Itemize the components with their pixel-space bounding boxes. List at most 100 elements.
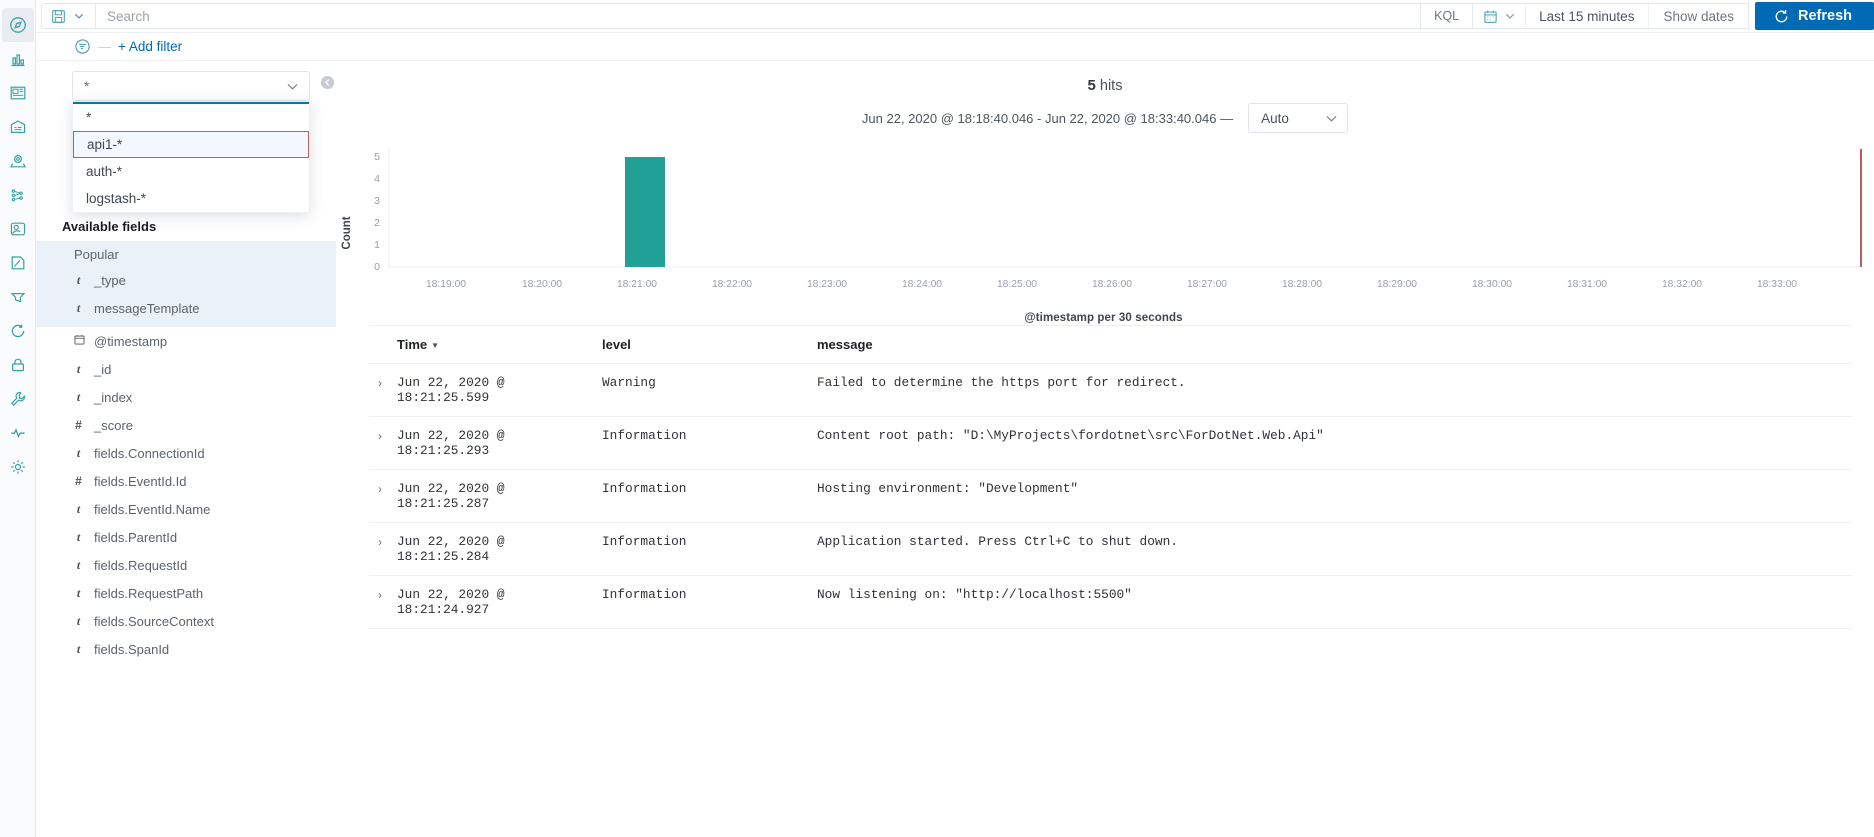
index-pattern-selected-value: * <box>84 78 90 94</box>
collapse-left-icon <box>320 75 335 90</box>
y-tick-0: 0 <box>374 261 380 273</box>
date-picker-quick-menu[interactable] <box>1473 4 1527 28</box>
field-item-score[interactable]: # _score <box>36 411 336 439</box>
gear-icon <box>10 460 25 474</box>
y-tick-2: 2 <box>374 217 380 229</box>
field-item-messagetemplate[interactable]: t messageTemplate <box>36 294 336 322</box>
chevron-right-icon: › <box>378 482 382 496</box>
field-item-type[interactable]: t _type <box>36 266 336 294</box>
nav-item-siem[interactable] <box>2 348 34 382</box>
field-sidebar: * * api1-* auth-* logstash-* t level <box>36 61 336 837</box>
index-pattern-dropdown-menu: * api1-* auth-* logstash-* <box>72 101 310 213</box>
index-pattern-select[interactable]: * <box>72 71 310 101</box>
date-picker[interactable]: Last 15 minutes Show dates <box>1472 3 1749 29</box>
column-header-level[interactable]: level <box>602 326 817 364</box>
index-pattern-option-auth[interactable]: auth-* <box>73 158 309 185</box>
expand-column-header <box>369 326 397 364</box>
histogram-chart[interactable]: Count 5 4 3 2 1 0 18:19:00 18:20:00 18:2… <box>336 141 1874 324</box>
field-name: _type <box>94 272 126 288</box>
histogram-bar <box>625 157 665 267</box>
y-tick-4: 4 <box>374 173 380 185</box>
save-icon <box>52 9 65 23</box>
expand-row-button[interactable]: › <box>369 522 397 576</box>
field-item-requestpath[interactable]: t fields.RequestPath <box>36 579 336 607</box>
table-row[interactable]: › Jun 22, 2020 @ 18:21:24.927 Informatio… <box>369 575 1852 629</box>
sort-desc-icon[interactable]: ▼ <box>431 341 439 350</box>
index-pattern-option-logstash[interactable]: logstash-* <box>73 185 309 212</box>
cell-time: Jun 22, 2020 @ 18:21:25.599 <box>397 363 602 417</box>
interval-select[interactable]: Auto <box>1248 103 1349 133</box>
nav-item-dev-tools[interactable] <box>2 382 34 416</box>
x-tick: 18:33:00 <box>1757 279 1797 290</box>
expand-row-button[interactable]: › <box>369 363 397 417</box>
field-item-eventid-id[interactable]: # fields.EventId.Id <box>36 467 336 495</box>
nav-item-monitoring[interactable] <box>2 416 34 450</box>
table-row[interactable]: › Jun 22, 2020 @ 18:21:25.284 Informatio… <box>369 522 1852 576</box>
field-name: fields.EventId.Name <box>94 501 211 517</box>
search-input[interactable]: Search <box>95 3 1422 29</box>
nav-item-management[interactable] <box>2 450 34 484</box>
field-item-connectionid[interactable]: t fields.ConnectionId <box>36 439 336 467</box>
date-range-label[interactable]: Last 15 minutes <box>1526 9 1648 24</box>
field-name: messageTemplate <box>94 300 200 316</box>
field-item-parentid[interactable]: t fields.ParentId <box>36 523 336 551</box>
filter-icon[interactable] <box>74 38 91 55</box>
ml-icon <box>11 189 23 202</box>
nav-item-uptime[interactable] <box>2 314 34 348</box>
field-item-spanid[interactable]: t fields.SpanId <box>36 635 336 663</box>
field-item-id[interactable]: t _id <box>36 355 336 383</box>
table-row[interactable]: › Jun 22, 2020 @ 18:21:25.599 Warning Fa… <box>369 363 1852 417</box>
x-axis-title: @timestamp per 30 seconds <box>1024 312 1183 324</box>
field-name: fields.RequestPath <box>94 585 204 601</box>
expand-row-button[interactable]: › <box>369 416 397 470</box>
nav-item-machine-learning[interactable] <box>2 178 34 212</box>
nav-item-discover[interactable] <box>1 8 34 42</box>
nav-item-dashboard[interactable] <box>2 76 34 110</box>
field-item-sourcecontext[interactable]: t fields.SourceContext <box>36 607 336 635</box>
field-item-timestamp[interactable]: @timestamp <box>36 327 336 355</box>
field-item-index[interactable]: t _index <box>36 383 336 411</box>
nav-item-visualize[interactable] <box>2 42 34 76</box>
x-tick: 18:19:00 <box>426 279 466 290</box>
field-type-string-icon: t <box>76 557 81 572</box>
nav-item-canvas[interactable] <box>2 110 34 144</box>
column-header-time[interactable]: Time ▼ <box>397 326 602 364</box>
canvas-icon <box>10 120 25 133</box>
sidebar-collapse-button[interactable] <box>320 75 335 90</box>
x-tick: 18:23:00 <box>807 279 847 290</box>
expand-row-button[interactable]: › <box>369 469 397 523</box>
nav-item-infrastructure[interactable] <box>2 212 34 246</box>
field-item-eventid-name[interactable]: t fields.EventId.Name <box>36 495 336 523</box>
x-tick: 18:30:00 <box>1472 279 1512 290</box>
histogram-svg: Count 5 4 3 2 1 0 18:19:00 18:20:00 18:2… <box>341 149 1866 290</box>
column-header-message[interactable]: message <box>817 326 1852 364</box>
field-list: t level t message Available fields Popul… <box>36 155 336 663</box>
hits-count: 5 <box>1087 77 1096 94</box>
kql-language-button[interactable]: KQL <box>1421 3 1473 29</box>
x-tick: 18:22:00 <box>712 279 752 290</box>
add-filter-button[interactable]: + Add filter <box>118 39 182 54</box>
nav-item-maps[interactable] <box>2 144 34 178</box>
x-tick: 18:21:00 <box>617 279 657 290</box>
field-name: fields.ParentId <box>94 529 178 545</box>
filter-bar: — + Add filter <box>36 33 1874 61</box>
field-name: fields.RequestId <box>94 557 188 573</box>
index-pattern-option-api1[interactable]: api1-* <box>73 131 309 158</box>
expand-row-button[interactable]: › <box>369 575 397 629</box>
nav-item-logs[interactable] <box>2 246 34 280</box>
chevron-right-icon: › <box>378 376 382 390</box>
cell-level: Warning <box>602 363 817 417</box>
table-row[interactable]: › Jun 22, 2020 @ 18:21:25.293 Informatio… <box>369 416 1852 470</box>
x-tick: 18:24:00 <box>902 279 942 290</box>
refresh-button[interactable]: Refresh <box>1755 2 1874 30</box>
saved-query-button[interactable] <box>41 3 95 29</box>
x-tick: 18:32:00 <box>1662 279 1702 290</box>
show-dates-button[interactable]: Show dates <box>1648 4 1748 28</box>
table-row[interactable]: › Jun 22, 2020 @ 18:21:25.287 Informatio… <box>369 469 1852 523</box>
index-pattern-option-all[interactable]: * <box>73 104 309 131</box>
kibana-discover-app: Search KQL Last 15 minutes Show dates Re… <box>0 0 1874 837</box>
field-item-requestid[interactable]: t fields.RequestId <box>36 551 336 579</box>
nav-item-apm[interactable] <box>2 280 34 314</box>
field-type-string-icon: t <box>76 389 81 404</box>
index-pattern-region: * * api1-* auth-* logstash-* <box>36 71 336 213</box>
